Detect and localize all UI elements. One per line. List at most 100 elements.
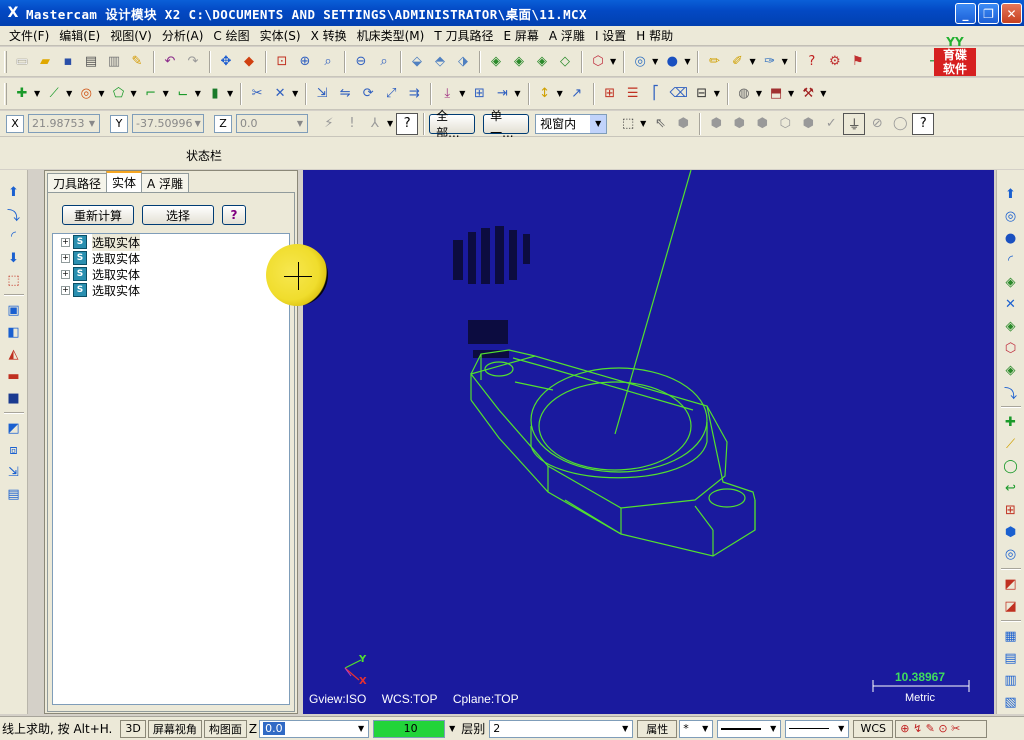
chevron-down-icon[interactable]: ▼ — [354, 724, 368, 733]
check-icon[interactable]: ✓ — [820, 113, 842, 135]
help-icon[interactable]: ? — [912, 112, 935, 135]
tab-toolpaths[interactable]: 刀具路径 — [47, 173, 108, 192]
expand-icon[interactable]: + — [61, 237, 70, 247]
screen-view-button[interactable]: 屏幕视角 — [147, 719, 202, 738]
select-single-button[interactable]: 单一... — [483, 109, 530, 140]
menu-toolpaths[interactable]: T 刀具路径 — [429, 27, 498, 44]
construction-plane-button[interactable]: 构图面 — [203, 719, 247, 738]
menu-analyze[interactable]: 分析(A) — [157, 27, 209, 44]
view-cube-icon[interactable]: ⬡ — [587, 51, 609, 73]
repaint-icon[interactable]: ◆ — [238, 51, 260, 73]
table-icon[interactable]: ⊟ — [691, 83, 713, 105]
chevron-down-icon[interactable]: ▼ — [590, 114, 607, 133]
grid-icon[interactable]: ⊞ — [1000, 500, 1022, 520]
chevron-down-icon[interactable]: ▼ — [293, 115, 307, 132]
tab-art[interactable]: A 浮雕 — [141, 173, 190, 192]
table-icon[interactable]: ▦ — [1000, 626, 1022, 646]
analyze-icon[interactable]: ◩ — [1000, 574, 1022, 594]
menu-machine-type[interactable]: 机床类型(M) — [352, 27, 430, 44]
chevron-down-icon[interactable]: ▼ — [652, 57, 658, 66]
menu-screen[interactable]: E 屏幕 — [499, 27, 544, 44]
array-icon[interactable]: ⊞ — [468, 83, 490, 105]
wedge-icon[interactable]: ◭ — [3, 344, 25, 364]
break-icon[interactable]: ✕ — [269, 83, 291, 105]
zoom-target-icon[interactable]: ⌕ — [317, 51, 339, 73]
menu-file[interactable]: 文件(F) — [4, 27, 54, 44]
face-select-icon[interactable]: ⬢ — [705, 113, 727, 135]
point-style-field[interactable]: * ▼ — [679, 719, 714, 738]
graphics-viewport[interactable]: Y X Gview:ISO WCS:TOP Cplane:TOP 10.3896… — [303, 170, 994, 714]
color-field[interactable]: 10 — [373, 719, 446, 738]
box-icon[interactable]: ◧ — [3, 322, 25, 342]
body-select-icon[interactable]: ⬢ — [751, 113, 773, 135]
menu-art[interactable]: A 浮雕 — [544, 27, 590, 44]
shaded-icon[interactable]: ⬙ — [406, 51, 428, 73]
color-icon[interactable]: ◪ — [1000, 596, 1022, 616]
edge-select-icon[interactable]: ⬢ — [728, 113, 750, 135]
chevron-down-icon[interactable]: ▼ — [227, 89, 233, 98]
multi-pencil-icon[interactable]: ✐ — [726, 51, 748, 73]
save-icon[interactable]: ▪ — [57, 51, 79, 73]
z-depth-field[interactable]: 0.0 ▼ — [259, 719, 370, 738]
eraser-icon[interactable]: ⌫ — [668, 83, 690, 105]
chevron-down-icon[interactable]: ▼ — [66, 89, 72, 98]
menu-settings[interactable]: I 设置 — [590, 27, 631, 44]
regenerate-button[interactable]: 重新计算 — [62, 205, 134, 225]
mirror-icon[interactable]: ⇋ — [334, 83, 356, 105]
shaded-dynamic-icon[interactable]: ⬗ — [452, 51, 474, 73]
layer-icon[interactable]: ▣ — [3, 300, 25, 320]
new-file-icon[interactable]: ▭ — [11, 51, 33, 73]
arc-view-icon[interactable]: ◜ — [3, 226, 25, 246]
project-icon[interactable]: ⤓ — [436, 83, 458, 105]
sphere-icon[interactable]: ● — [661, 51, 683, 73]
surface-icon[interactable]: ◍ — [733, 83, 755, 105]
chevron-down-icon[interactable]: ▼ — [834, 724, 848, 733]
chevron-down-icon[interactable]: ▼ — [610, 57, 616, 66]
chevron-down-icon[interactable]: ▼ — [766, 724, 780, 733]
toolbar-grip[interactable] — [4, 82, 7, 105]
chevron-down-icon[interactable]: ▼ — [788, 89, 794, 98]
chevron-down-icon[interactable]: ▼ — [387, 119, 393, 128]
solid-select-icon[interactable]: ⬢ — [672, 113, 694, 135]
hidden-cube-icon[interactable]: ◈ — [508, 51, 530, 73]
mill-icon[interactable]: ⚙ — [824, 51, 846, 73]
group-icons[interactable]: ⊕ ↯ ✎ ⊙ ✂ — [895, 719, 988, 738]
zoom-window-icon[interactable]: ⊕ — [294, 51, 316, 73]
chevron-down-icon[interactable]: ▼ — [292, 89, 298, 98]
menu-xform[interactable]: X 转换 — [306, 27, 352, 44]
filter-icon[interactable]: ⏚ — [843, 112, 866, 135]
cylinder-icon[interactable]: ▮ — [204, 83, 226, 105]
cube-icon[interactable]: ⧈ — [3, 440, 25, 460]
globe-icon[interactable]: ◎ — [629, 51, 651, 73]
pointer-icon[interactable]: ⇖ — [649, 113, 671, 135]
cube-icon[interactable]: ◈ — [1000, 272, 1022, 292]
exclamation-icon[interactable]: ! — [341, 113, 363, 135]
chevron-down-icon[interactable]: ▼ — [192, 115, 203, 132]
menu-create[interactable]: C 绘图 — [208, 27, 254, 44]
mastercam-app-icon[interactable]: X — [4, 4, 22, 22]
open-folder-icon[interactable]: ▰ — [34, 51, 56, 73]
chevron-down-icon[interactable]: ▼ — [514, 89, 520, 98]
wand-icon[interactable]: ✑ — [759, 51, 781, 73]
chevron-down-icon[interactable]: ▼ — [756, 89, 762, 98]
arc-icon[interactable]: ◜ — [1000, 250, 1022, 270]
layers-icon[interactable]: ▧ — [1000, 692, 1022, 712]
list-icon[interactable]: ☰ — [622, 83, 644, 105]
offset-icon[interactable]: ⇉ — [403, 83, 425, 105]
close-button[interactable]: ✕ — [1001, 3, 1022, 24]
3d-toggle-button[interactable]: 3D — [120, 719, 146, 738]
zoom-selected-icon[interactable]: ⌕ — [373, 51, 395, 73]
window-select-icon[interactable]: ⬚ — [617, 113, 639, 135]
block-icon[interactable]: ■ — [3, 388, 25, 408]
line-style-field[interactable]: ▼ — [717, 719, 782, 738]
properties-icon[interactable]: ✎ — [126, 51, 148, 73]
select-button[interactable]: 选择 — [142, 205, 214, 225]
chevron-down-icon[interactable]: ▼ — [714, 89, 720, 98]
list-item[interactable]: + S 选取实体 — [53, 250, 289, 266]
chevron-down-icon[interactable]: ▼ — [782, 57, 788, 66]
x-coord-label[interactable]: X — [6, 114, 24, 133]
cross-icon[interactable]: ✕ — [1000, 294, 1022, 314]
translate-icon[interactable]: ⇲ — [311, 83, 333, 105]
redo-icon[interactable]: ↷ — [182, 51, 204, 73]
expand-icon[interactable]: + — [61, 269, 70, 279]
